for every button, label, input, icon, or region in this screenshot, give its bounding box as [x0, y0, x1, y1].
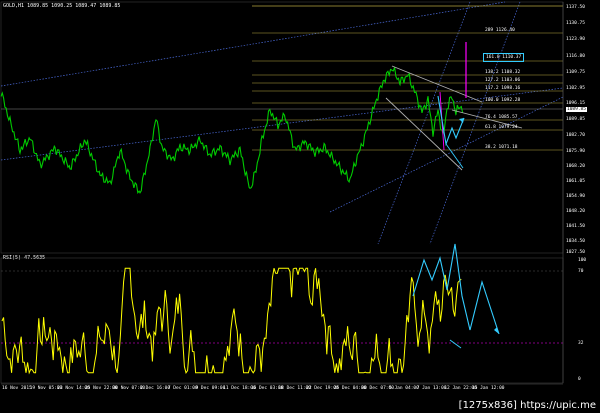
time-axis-label: 7 Jan 13:00: [416, 386, 447, 391]
price-axis-label: 1116.80: [566, 54, 585, 59]
rsi-axis-label: 0: [578, 377, 581, 382]
price-axis-label: 1068.20: [566, 164, 585, 169]
time-axis-label: 16 Nov 2015: [2, 386, 32, 391]
rsi-axis-label: 100: [578, 258, 587, 263]
rsi-line: [1, 267, 462, 375]
fib-level-label: 117.2 1098.16: [485, 86, 521, 91]
price-axis-label: 1075.90: [566, 149, 585, 154]
time-axis-label: 7 Dec 01:00: [167, 386, 198, 391]
time-axis-label: 5 Jan 04:00: [389, 386, 419, 391]
fib-level-label: 61.8 1079.24: [485, 125, 518, 130]
fib-highlight-box: 161.8 1110.37: [483, 53, 525, 62]
fib-level-label: 138.2 1108.32: [485, 70, 521, 75]
trendline-middle-dotted: [0, 87, 564, 161]
fib-level-label: 127.2 1103.06: [485, 78, 521, 83]
fib-level-label: 289 1126.40: [485, 28, 515, 33]
price-axis-label: 1034.50: [566, 239, 585, 244]
rsi-cyan-small-arrow: [449, 339, 462, 349]
trendline-upper-dotted: [0, 1, 506, 87]
price-axis-label: 1041.50: [566, 224, 585, 229]
price-axis-label: 1137.50: [566, 5, 585, 10]
current-price-tag: 1089.85: [566, 107, 587, 112]
trendline-steep2-dotted: [429, 1, 521, 245]
price-axis-label: 1048.20: [566, 209, 585, 214]
price-axis-label: 1082.70: [566, 133, 585, 138]
price-axis-label: 1089.85: [566, 117, 585, 122]
fib-level-label: 100.0 1092.28: [485, 98, 521, 103]
channel-upper-line: [391, 65, 483, 103]
time-axis-label: 2 Dec 16:00: [140, 386, 171, 391]
price-axis-label: 1054.90: [566, 194, 585, 199]
rsi-pane-frame: [0, 257, 564, 384]
time-axis-label: 9 Dec 09:00: [195, 386, 226, 391]
rsi-axis-label: 70: [578, 269, 584, 274]
price-axis-label: 1096.15: [566, 101, 585, 106]
time-axis-label: 15 Jan 12:00: [472, 386, 505, 391]
price-axis-label: 1102.95: [566, 86, 585, 91]
price-axis-label: 1027.50: [566, 250, 585, 255]
price-axis-label: 1130.75: [566, 21, 585, 26]
price-axis-label: 1109.75: [566, 70, 585, 75]
trendline-steep-dotted: [377, 1, 471, 245]
fib-level-label: 38.2 1071.18: [485, 145, 518, 150]
fib-level-label: 76.4 1085.57: [485, 115, 518, 120]
trading-terminal-window: GOLD,H1 1089.85 1090.25 1089.47 1089.85 …: [0, 0, 600, 413]
price-axis-label: 1123.90: [566, 37, 585, 42]
watermark: [1275x836] https://upic.me: [454, 398, 600, 413]
rsi-axis-label: 32: [578, 341, 584, 346]
cyan-arrow-head: [459, 118, 464, 123]
main-pane-frame: [0, 1, 564, 254]
price-axis-label: 1061.05: [566, 179, 585, 184]
